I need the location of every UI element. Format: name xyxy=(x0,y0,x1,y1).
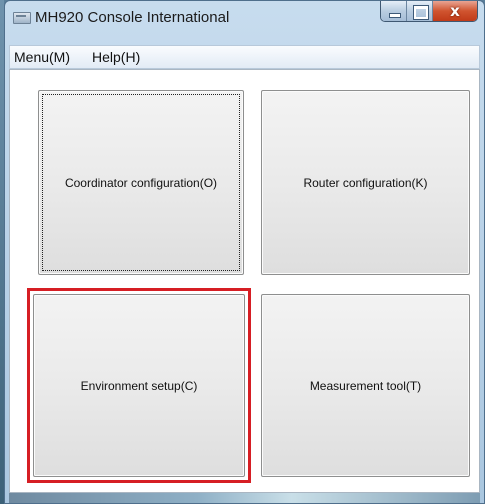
router-configuration-label: Router configuration(K) xyxy=(303,175,428,190)
router-configuration-button[interactable]: Router configuration(K) xyxy=(261,90,470,275)
minimize-button[interactable] xyxy=(381,1,407,21)
minimize-icon xyxy=(389,13,401,18)
highlight-annotation xyxy=(27,288,251,483)
caption-buttons: x xyxy=(380,1,478,22)
title-bar[interactable]: MH920 Console International x xyxy=(5,1,484,35)
close-icon: x xyxy=(450,2,460,20)
window-title: MH920 Console International xyxy=(35,9,230,26)
measurement-tool-button[interactable]: Measurement tool(T) xyxy=(261,294,470,477)
coordinator-configuration-button[interactable]: Coordinator configuration(O) xyxy=(38,90,244,275)
maximize-icon xyxy=(413,5,429,20)
taskbar-strip xyxy=(9,493,480,503)
coordinator-configuration-label: Coordinator configuration(O) xyxy=(64,175,218,190)
maximize-button[interactable] xyxy=(407,1,433,21)
app-icon xyxy=(13,12,31,24)
menu-item-help[interactable]: Help(H) xyxy=(92,49,140,65)
close-button[interactable]: x xyxy=(433,1,477,21)
menu-bar: Menu(M) Help(H) xyxy=(9,45,480,69)
menu-item-menu[interactable]: Menu(M) xyxy=(14,49,70,65)
measurement-tool-label: Measurement tool(T) xyxy=(309,378,422,393)
